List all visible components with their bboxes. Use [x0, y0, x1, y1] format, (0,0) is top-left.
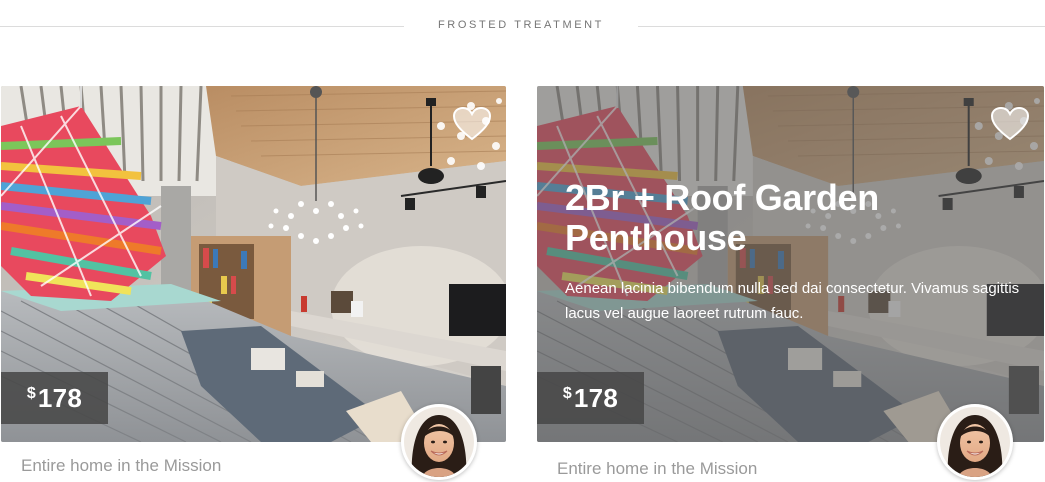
heart-icon[interactable] — [452, 106, 492, 142]
listing-photo[interactable]: 2Br + Roof Garden Penthouse Aenean lacin… — [537, 86, 1044, 442]
host-photo — [404, 407, 474, 477]
price-tag: $ 178 — [1, 372, 108, 424]
listing-photo[interactable]: $ 178 — [1, 86, 506, 442]
divider-left — [0, 26, 404, 27]
listing-title[interactable]: 2Br + Roof Garden Penthouse — [565, 178, 965, 258]
section-header: FROSTED TREATMENT — [0, 16, 1045, 38]
listing-caption[interactable]: Entire home in the Mission — [557, 459, 757, 479]
listing-card-frosted[interactable]: 2Br + Roof Garden Penthouse Aenean lacin… — [537, 86, 1044, 482]
price-currency: $ — [562, 385, 572, 402]
host-avatar[interactable] — [937, 404, 1013, 480]
host-avatar[interactable] — [401, 404, 477, 480]
listing-description: Aenean lacinia bibendum nulla sed dai co… — [565, 280, 1020, 322]
price-amount: 178 — [37, 382, 83, 413]
section-title: FROSTED TREATMENT — [437, 19, 605, 31]
divider-right — [638, 26, 1045, 27]
heart-icon[interactable] — [990, 106, 1030, 142]
price-tag: $ 178 — [537, 372, 644, 424]
host-photo — [940, 407, 1010, 477]
listing-card-plain[interactable]: $ 178 Entire home in the Mission — [1, 86, 506, 482]
price-amount: 178 — [573, 382, 619, 413]
price-currency: $ — [26, 385, 36, 402]
listing-caption[interactable]: Entire home in the Mission — [21, 456, 221, 476]
